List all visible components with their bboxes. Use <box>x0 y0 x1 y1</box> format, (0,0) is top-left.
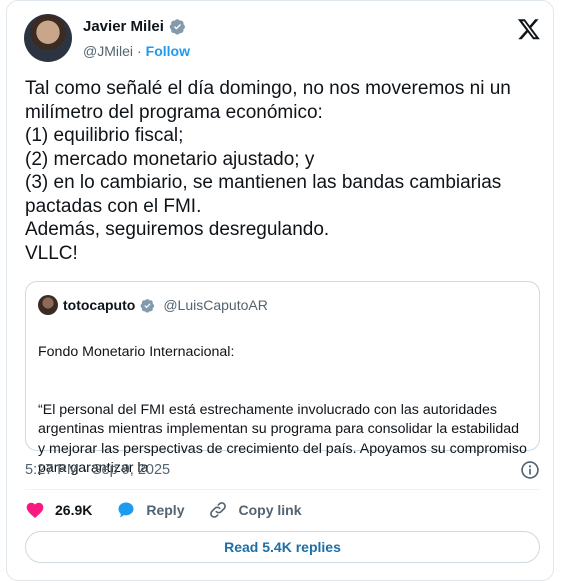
follow-button[interactable]: Follow <box>146 43 190 59</box>
x-logo-icon[interactable] <box>517 17 541 41</box>
heart-icon <box>26 502 44 518</box>
quoted-handle: @LuisCaputoAR <box>163 297 268 313</box>
author-name-row: Javier Milei <box>83 18 186 35</box>
tweet-timestamp[interactable]: 5:27 PM · Sep 9, 2025 <box>25 462 170 478</box>
like-button[interactable]: 26.9K <box>25 500 92 520</box>
author-avatar[interactable] <box>24 14 72 62</box>
reply-label: Reply <box>146 502 185 518</box>
link-icon <box>210 502 227 518</box>
separator-dot: · <box>137 43 142 59</box>
quoted-name: totocaputo <box>63 297 136 313</box>
verified-badge-icon <box>169 19 185 35</box>
author-handle-row: @JMilei · Follow <box>83 43 190 59</box>
quoted-header: totocaputo @LuisCaputoAR <box>38 295 268 315</box>
info-icon[interactable] <box>520 460 540 480</box>
speech-bubble-icon <box>118 502 134 518</box>
copy-link-button[interactable]: Copy link <box>208 500 302 520</box>
like-count: 26.9K <box>55 502 93 518</box>
quoted-tweet[interactable]: totocaputo @LuisCaputoAR Fondo Monetario… <box>25 281 540 476</box>
copy-link-label: Copy link <box>238 502 302 518</box>
read-replies-button[interactable]: Read 5.4K replies <box>25 531 540 563</box>
divider <box>25 489 540 490</box>
quoted-line-1: Fondo Monetario Internacional: <box>38 343 235 360</box>
tweet-card: Javier Milei @JMilei · Follow Tal como s… <box>6 0 554 581</box>
tweet-body: Tal como señalé el día domingo, no nos m… <box>25 78 511 264</box>
verified-badge-icon <box>140 298 155 313</box>
action-bar: 26.9K Reply Copy link <box>25 500 326 520</box>
quoted-avatar <box>38 295 58 315</box>
author-handle[interactable]: @JMilei <box>83 43 133 59</box>
author-name[interactable]: Javier Milei <box>83 18 164 35</box>
reply-button[interactable]: Reply <box>116 500 184 520</box>
